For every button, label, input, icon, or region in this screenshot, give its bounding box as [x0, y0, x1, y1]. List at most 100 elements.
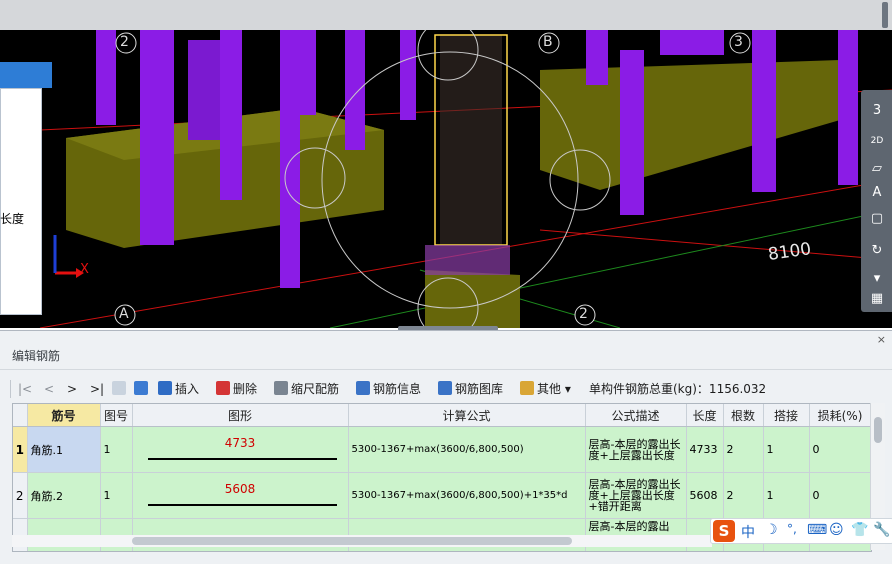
next-record-button[interactable]: > — [67, 380, 77, 398]
cell-desc[interactable]: 层高-本层的露出长度+上层露出长度+错开距离 — [585, 472, 687, 519]
3d-viewport[interactable]: 2 B 3 A 2 8100 X — [0, 30, 892, 328]
x-axis-label: X — [80, 262, 89, 277]
ime-toolbar: S 中 ☽ °, ⌨ ☺ 👕 🔧 — [710, 518, 892, 544]
cell-length[interactable]: 5608 — [686, 472, 724, 519]
axis-label-A: A — [119, 306, 129, 322]
column-4 — [220, 30, 242, 200]
last-record-button[interactable]: >| — [90, 380, 104, 398]
header-shape[interactable]: 图形 — [132, 404, 349, 427]
view-2d-icon[interactable]: 2D — [865, 130, 889, 152]
toolbar-separator — [10, 380, 11, 398]
cell-formula[interactable]: 5300-1367+max(3600/6,800,500)+1*35*d — [348, 472, 586, 519]
header-bar-no[interactable]: 筋号 — [27, 404, 101, 427]
header-formula[interactable]: 计算公式 — [348, 404, 586, 427]
keyboard-icon[interactable]: ⌨ — [807, 522, 827, 538]
shape-line — [147, 457, 337, 460]
viewport-scene — [39, 30, 892, 328]
panel-title: 编辑钢筋 — [12, 349, 61, 363]
move-down-button[interactable] — [134, 380, 151, 398]
skin-icon[interactable]: 👕 — [851, 522, 868, 538]
ime-mode-button[interactable]: 中 — [741, 522, 755, 542]
rebar-cage-fill — [440, 35, 502, 245]
cell-desc[interactable]: 层高-本层的露出长度+上层露出长度 — [585, 426, 687, 473]
view-cube-icon[interactable]: ▱ — [865, 158, 889, 180]
delete-button[interactable]: 删除 — [216, 380, 257, 398]
scale-rebar-icon — [274, 381, 288, 395]
insert-label: 插入 — [175, 382, 200, 396]
row-index: 2 — [13, 472, 28, 519]
rebar-library-button[interactable]: 钢筋图库 — [438, 380, 503, 398]
move-up-icon — [112, 381, 126, 395]
dropdown-icon[interactable]: ▾ — [865, 268, 889, 290]
panel-title-bar: 编辑钢筋 × — [0, 331, 892, 370]
first-record-button[interactable]: |< — [18, 380, 32, 398]
cell-loss[interactable]: 0 — [809, 472, 871, 519]
chevron-down-icon: ▾ — [564, 382, 571, 396]
footing-right — [540, 60, 840, 190]
grid-view-icon[interactable]: ▦ — [865, 288, 889, 310]
view-axis-icon[interactable]: A — [865, 182, 889, 204]
cell-bar-no[interactable]: 角筋.2 — [27, 472, 101, 519]
other-menu-button[interactable]: 其他 ▾ — [520, 380, 571, 398]
sogou-logo-icon[interactable]: S — [713, 520, 735, 542]
rebar-info-button[interactable]: 钢筋信息 — [356, 380, 421, 398]
column-2 — [140, 30, 174, 245]
cell-fig-no[interactable]: 1 — [100, 472, 133, 519]
header-index — [13, 404, 28, 427]
column-1 — [96, 30, 116, 125]
tools-icon[interactable]: 🔧 — [873, 522, 890, 538]
move-down-icon — [134, 381, 148, 395]
punctuation-icon[interactable]: °, — [787, 522, 797, 536]
axis-label-2-top: 2 — [120, 34, 129, 50]
scale-rebar-button[interactable]: 缩尺配筋 — [274, 380, 339, 398]
cell-lap[interactable]: 1 — [763, 472, 810, 519]
header-fig-no[interactable]: 图号 — [100, 404, 133, 427]
axis-line-green — [329, 209, 892, 328]
horizontal-scroll-thumb[interactable] — [132, 537, 572, 545]
shape-value[interactable]: 4733 — [136, 436, 345, 450]
shape-line — [147, 503, 337, 506]
column-10 — [620, 50, 644, 215]
panel-close-icon[interactable]: × — [877, 333, 886, 346]
rebar-library-label: 钢筋图库 — [455, 382, 504, 396]
header-loss[interactable]: 损耗(%) — [809, 404, 871, 427]
view-box-icon[interactable]: ▢ — [865, 208, 889, 230]
rotate-icon[interactable]: ↻ — [865, 240, 889, 262]
cell-shape[interactable]: 4733 — [132, 426, 349, 473]
cell-lap[interactable]: 1 — [763, 426, 810, 473]
header-desc[interactable]: 公式描述 — [585, 404, 687, 427]
table-row[interactable]: 2 角筋.2 1 5608 5300-1367+max(3600/6,800,5… — [13, 472, 871, 519]
left-dialog-header — [0, 62, 52, 88]
header-lap[interactable]: 搭接 — [763, 404, 810, 427]
column-12 — [752, 30, 776, 192]
cell-count[interactable]: 2 — [723, 426, 764, 473]
view-3d-icon[interactable]: 3 — [865, 100, 889, 122]
rebar-shape: 4733 — [136, 430, 345, 470]
table-row[interactable]: 1 角筋.1 1 4733 5300-1367+max(3600/6,800,5… — [13, 426, 871, 473]
left-dialog-text: 长度 — [0, 212, 25, 226]
cell-bar-no[interactable]: 角筋.1 — [27, 426, 101, 473]
shape-value[interactable]: 5608 — [136, 482, 345, 496]
cell-formula[interactable]: 5300-1367+max(3600/6,800,500) — [348, 426, 586, 473]
window-grip[interactable] — [882, 2, 888, 28]
column-11 — [660, 30, 724, 55]
window-top-bar — [0, 0, 892, 31]
axis-label-3: 3 — [734, 34, 743, 50]
moon-icon[interactable]: ☽ — [765, 522, 778, 538]
header-length[interactable]: 长度 — [686, 404, 724, 427]
user-icon[interactable]: ☺ — [829, 522, 844, 538]
prev-record-button[interactable]: < — [44, 380, 54, 398]
cell-fig-no[interactable]: 1 — [100, 426, 133, 473]
footing-center — [425, 270, 520, 328]
cell-length[interactable]: 4733 — [686, 426, 724, 473]
header-count[interactable]: 根数 — [723, 404, 764, 427]
table-horizontal-scrollbar[interactable] — [12, 535, 712, 547]
cell-shape[interactable]: 5608 — [132, 472, 349, 519]
other-icon — [520, 381, 534, 395]
insert-button[interactable]: 插入 — [158, 380, 199, 398]
table-header-row: 筋号 图号 图形 计算公式 公式描述 长度 根数 搭接 损耗(%) — [13, 404, 871, 427]
cell-loss[interactable]: 0 — [809, 426, 871, 473]
move-up-button[interactable] — [112, 380, 129, 398]
vertical-scroll-thumb[interactable] — [874, 417, 882, 443]
cell-count[interactable]: 2 — [723, 472, 764, 519]
